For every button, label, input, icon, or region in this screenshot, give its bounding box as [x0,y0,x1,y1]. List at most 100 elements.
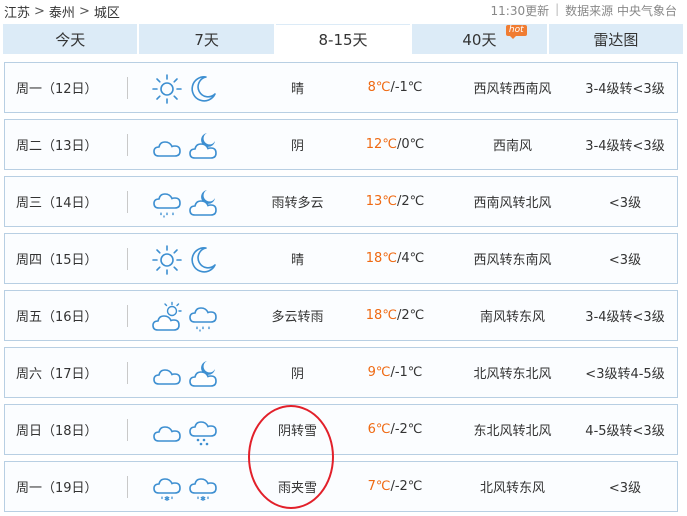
temperature-range: 18℃/4℃ [345,234,445,283]
row-divider [127,134,128,156]
tab-today[interactable]: 今天 [3,24,138,54]
low-temp: -1℃ [394,365,423,380]
breadcrumb-city[interactable]: 泰州 [49,2,75,21]
forecast-list: 周一（12日） 晴 8℃ / -1℃ 西风转西南风 3-4级转<3级 周二（13日）… [4,62,678,516]
weather-condition: 阴 [290,367,304,382]
forecast-day: 周一（12日） [16,82,98,97]
weather-condition: 阴转雪 [277,424,317,439]
forecast-row: 周日（18日） 阴转雪 6℃ / -2℃ 东北风转北风 4-5级转<3级 [4,404,678,455]
forecast-row: 周三（14日） 雨转多云 13℃/2℃ 西南风转北风 <3级 [4,176,678,227]
sleet-icon [187,472,219,504]
wind-level: 4-5级转<3级 [585,424,665,439]
forecast-day: 周日（18日） [16,424,98,439]
high-temp: 18℃ [365,308,397,323]
wind-level: <3级 [608,196,642,211]
weather-icons [151,130,219,162]
cloudy-night-icon [187,187,219,219]
weather-icons [151,472,219,504]
tab-label: 8-15天 [318,31,368,49]
weather-icons [151,244,219,276]
cloudy-night-icon [187,130,219,162]
high-temp: 12℃ [365,137,397,152]
weather-icons [151,301,219,333]
wind-direction: 西风转东南风 [473,253,552,268]
tab-label: 7天 [194,30,219,49]
snow-icon [187,415,219,447]
row-divider [127,476,128,498]
partly-cloudy-icon [151,301,183,333]
clear-night-icon [187,73,219,105]
weather-icons [151,415,219,447]
clear-night-icon [187,244,219,276]
weather-icons [151,187,219,219]
tab-label: 雷达图 [593,30,639,49]
row-divider [127,419,128,441]
overcast-icon [151,130,183,162]
forecast-day: 周四（15日） [16,253,98,268]
forecast-day: 周五（16日） [16,310,98,325]
tab-radar[interactable]: 雷达图 [548,24,684,54]
update-info: 11:30更新 | 数据来源 中央气象台 [491,2,677,19]
high-temp: 8℃ [367,80,391,95]
low-temp: 2℃ [401,194,425,209]
temperature-range: 13℃/2℃ [345,177,445,226]
wind-direction: 北风转东风 [479,481,545,496]
forecast-row: 周四（15日） 晴 18℃/4℃ 西风转东南风 <3级 [4,233,678,284]
temperature-range: 7℃ / -2℃ [345,462,445,511]
wind-direction: 东北风转北风 [473,424,552,439]
weather-condition: 晴 [290,82,304,97]
overcast-icon [151,415,183,447]
weather-condition: 阴 [290,139,304,154]
tab-40-day[interactable]: 40天 hot [412,24,547,54]
cloudy-night-icon [187,358,219,390]
overcast-icon [151,358,183,390]
sleet-icon [151,472,183,504]
wind-level: <3级转4-5级 [585,367,665,382]
row-divider [127,305,128,327]
rain-icon [187,301,219,333]
temperature-range: 8℃ / -1℃ [345,63,445,112]
weather-condition: 雨夹雪 [277,481,317,496]
high-temp: 13℃ [365,194,397,209]
forecast-row: 周一（19日） 雨夹雪 7℃ / -2℃ 北风转东风 <3级 [4,461,678,512]
sunny-icon [151,244,183,276]
temperature-range: 18℃/2℃ [345,291,445,340]
breadcrumb-province[interactable]: 江苏 [4,2,30,21]
breadcrumb: 江苏 > 泰州 > 城区 [4,2,120,21]
weather-icons [151,358,219,390]
forecast-row: 周一（12日） 晴 8℃ / -1℃ 西风转西南风 3-4级转<3级 [4,62,678,113]
forecast-day: 周六（17日） [16,367,98,382]
high-temp: 7℃ [367,479,391,494]
row-divider [127,362,128,384]
forecast-row: 周五（16日） 多云转雨 18℃/2℃ 南风转东风 3-4级转<3级 [4,290,678,341]
tab-7-day[interactable]: 7天 [139,24,274,54]
low-temp: 2℃ [401,308,425,323]
high-temp: 18℃ [365,251,397,266]
tab-8-15-day[interactable]: 8-15天 [275,24,411,54]
high-temp: 6℃ [367,422,391,437]
wind-level: 3-4级转<3级 [585,139,665,154]
low-temp: -1℃ [394,80,423,95]
high-temp: 9℃ [367,365,391,380]
breadcrumb-separator: > [34,4,45,19]
sunny-icon [151,73,183,105]
row-divider [127,191,128,213]
tab-label: 40天 [462,30,497,49]
wind-direction: 西南风转北风 [473,196,552,211]
forecast-tabs: 今天 7天 8-15天 40天 hot 雷达图 [3,24,684,54]
weather-icons [151,73,219,105]
weather-condition: 多云转雨 [271,310,324,325]
row-divider [127,248,128,270]
wind-level: <3级 [608,253,642,268]
forecast-row: 周六（17日） 阴 9℃ / -1℃ 北风转东北风 <3级转4-5级 [4,347,678,398]
temperature-range: 9℃ / -1℃ [345,348,445,397]
temperature-range: 12℃/0℃ [345,120,445,169]
wind-level: 3-4级转<3级 [585,310,665,325]
wind-direction: 北风转东北风 [473,367,552,382]
hot-badge: hot [505,25,527,39]
low-temp: -2℃ [394,479,423,494]
breadcrumb-separator: > [78,4,90,19]
data-source: 数据来源 中央气象台 [565,4,677,18]
wind-direction: 南风转东风 [479,310,545,325]
tab-label: 今天 [55,30,86,49]
